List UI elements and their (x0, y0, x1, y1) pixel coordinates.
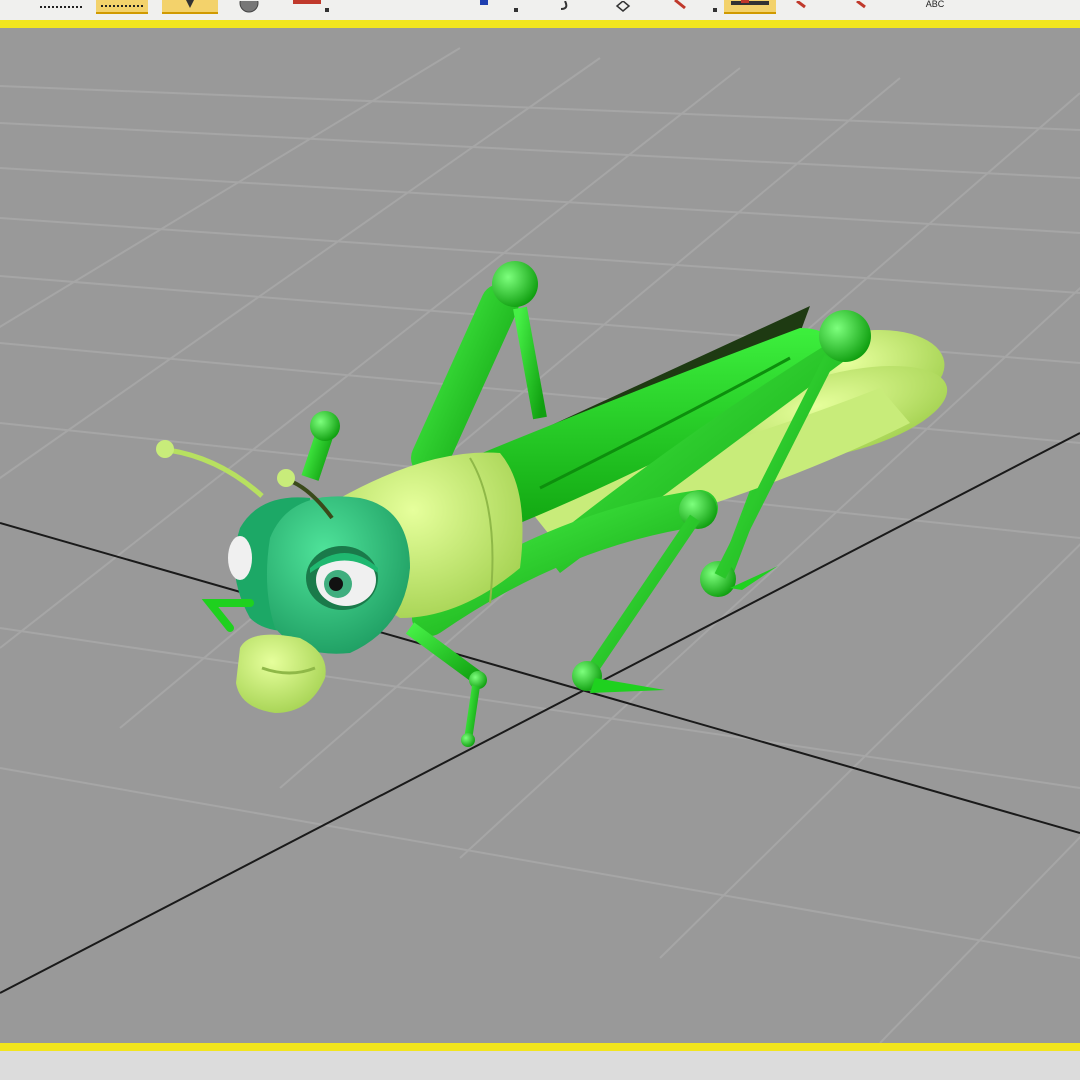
select-cursor-icon[interactable] (162, 0, 218, 14)
viewport-bottom-border (0, 1043, 1080, 1051)
text-tool-label: ABC (925, 0, 945, 9)
sphere-icon[interactable] (234, 0, 264, 14)
highlight-icon[interactable] (724, 0, 776, 14)
status-bar (0, 1051, 1080, 1080)
3d-viewport[interactable] (0, 28, 1080, 1043)
viewport-scene (0, 47, 1080, 1043)
pointer-alt-icon[interactable] (846, 0, 876, 14)
blue-square-icon[interactable] (472, 0, 522, 14)
diamond-icon[interactable] (608, 0, 638, 14)
dotted-line-active-icon[interactable] (96, 0, 148, 14)
grasshopper-model[interactable] (156, 261, 956, 747)
viewport-top-border (0, 20, 1080, 28)
hook-icon[interactable] (550, 0, 580, 14)
pointer-icon[interactable] (786, 0, 816, 14)
pen-icon[interactable] (660, 0, 720, 14)
color-swatch-icon[interactable] (290, 0, 332, 14)
text-tool-button[interactable]: ABC (910, 0, 960, 14)
dotted-line-icon[interactable] (36, 0, 86, 14)
main-toolbar: ABC (0, 0, 1080, 20)
